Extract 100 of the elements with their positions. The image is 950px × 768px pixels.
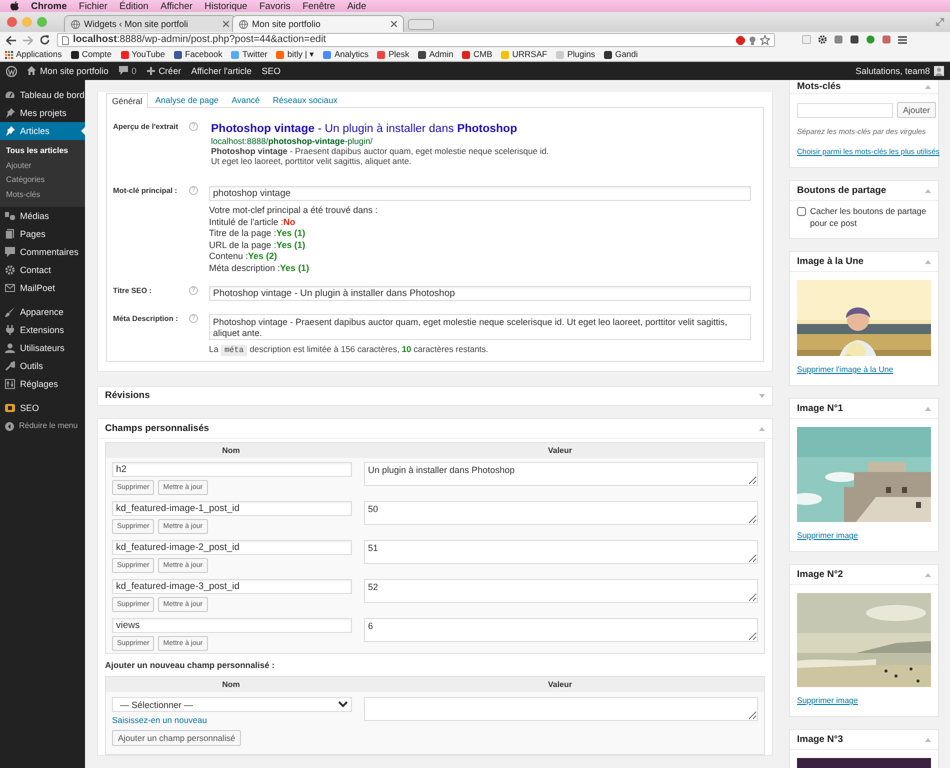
- menu-item[interactable]: Apparence: [0, 303, 85, 321]
- stop-sign-icon[interactable]: [736, 36, 745, 44]
- menu-item[interactable]: Extensions: [0, 321, 85, 339]
- new-link[interactable]: Créer: [146, 66, 182, 76]
- bookmark-link[interactable]: CMB: [462, 49, 492, 60]
- name-field[interactable]: kd_featured-image-2_post_id: [112, 540, 352, 556]
- name-field[interactable]: h2: [112, 462, 352, 478]
- toolbar-link[interactable]: SEO: [262, 66, 281, 76]
- toolbar-link[interactable]: Afficher l'article: [191, 66, 252, 76]
- toggle-icon[interactable]: [925, 188, 931, 192]
- toggle-icon[interactable]: [925, 738, 931, 742]
- logo-icon[interactable]: [6, 66, 17, 76]
- value-field[interactable]: [364, 697, 758, 722]
- bookmark-link[interactable]: Compte: [70, 49, 112, 60]
- site-link[interactable]: Mon site portfolio: [27, 66, 109, 76]
- bookmark-link[interactable]: Analytics: [323, 49, 368, 60]
- menu-item[interactable]: SEO: [0, 399, 85, 417]
- value-field[interactable]: 6: [364, 618, 758, 642]
- bookmark-link[interactable]: Plesk: [377, 49, 410, 60]
- menu-item[interactable]: Tableau de bord: [0, 86, 85, 104]
- checkbox[interactable]: [797, 207, 806, 216]
- star-icon[interactable]: [760, 35, 770, 45]
- remove-image-link[interactable]: Supprimer l'image à la Une: [797, 365, 894, 375]
- tab[interactable]: Analyse de page: [149, 92, 225, 107]
- menu-item[interactable]: Contact: [0, 261, 85, 279]
- collapse-menu-button[interactable]: Réduire le menu: [0, 417, 85, 435]
- submenu-item[interactable]: Catégories: [0, 173, 85, 188]
- menu-item[interactable]: Outils: [0, 357, 85, 375]
- key-select[interactable]: — Sélectionner —: [112, 697, 352, 712]
- expand-icon[interactable]: [936, 18, 944, 26]
- bookmark-link[interactable]: Admin: [418, 49, 454, 60]
- bookmark-link[interactable]: Applications: [5, 49, 62, 60]
- meta-description-field[interactable]: Photoshop vintage - Praesent dapibus auctor quam, eget molestie neque scelerisque id. Ut eget leo laoreet, porttitor velit sagittis, aliquet ante.: [209, 314, 751, 340]
- forward-icon[interactable]: [23, 36, 33, 44]
- browser-tab[interactable]: Widgets ‹ Mon site portfoli: [64, 15, 236, 32]
- submenu-item[interactable]: Ajouter: [0, 158, 85, 173]
- tab[interactable]: Général: [106, 92, 148, 108]
- value-field[interactable]: 51: [364, 540, 758, 564]
- menu-item[interactable]: Mes projets: [0, 104, 85, 122]
- tab[interactable]: Réseaux sociaux: [266, 92, 344, 107]
- seo-title-field[interactable]: Photoshop vintage - Un plugin à installer dans Photoshop: [209, 286, 751, 301]
- gear-icon[interactable]: [818, 35, 827, 45]
- menu-item[interactable]: Pages: [0, 225, 85, 243]
- menu-item[interactable]: Commentaires: [0, 243, 85, 261]
- name-field[interactable]: kd_featured-image-3_post_id: [112, 579, 352, 594]
- bulb-icon[interactable]: [749, 36, 756, 44]
- menu-item[interactable]: Articles: [0, 122, 85, 140]
- bookmark-link[interactable]: Plugins: [556, 49, 596, 60]
- toggle-icon[interactable]: [925, 406, 931, 410]
- menu-item[interactable]: Utilisateurs: [0, 339, 85, 357]
- new-tab-button[interactable]: [408, 19, 434, 30]
- browser-tab[interactable]: Mon site portfolio: [232, 15, 404, 32]
- tab[interactable]: Avancé: [226, 92, 266, 107]
- value-field[interactable]: Un plugin à installer dans Photoshop: [364, 462, 758, 486]
- toggle-icon[interactable]: [925, 572, 931, 576]
- address-field[interactable]: localhost:8888/wp-admin/post.php?post=44&action=edit: [57, 33, 775, 47]
- bookmark-link[interactable]: bitly | ▾: [276, 49, 314, 60]
- tag-field[interactable]: [797, 102, 893, 118]
- window-buttons-drawing[interactable]: [6, 16, 50, 28]
- submenu-item[interactable]: Tous les articles: [0, 144, 85, 158]
- extension-icon[interactable]: [802, 35, 811, 45]
- menu-icon[interactable]: [898, 35, 907, 45]
- back-icon[interactable]: [6, 36, 16, 44]
- menu-item[interactable]: Afficher: [160, 0, 193, 12]
- bookmark-link[interactable]: YouTube: [120, 49, 166, 60]
- reload-icon[interactable]: [40, 35, 50, 45]
- name-field[interactable]: views: [112, 618, 352, 634]
- checkbox-label[interactable]: Cacher les boutons de partage pour ce post: [810, 205, 931, 229]
- toggle-icon[interactable]: [759, 394, 765, 398]
- menu-item[interactable]: MailPoet: [0, 279, 85, 297]
- account-link[interactable]: Salutations, team8: [855, 66, 944, 76]
- remove-image-link[interactable]: Supprimer image: [797, 696, 858, 706]
- menu-item[interactable]: Fichier: [78, 0, 108, 12]
- toggle-icon[interactable]: [925, 84, 931, 88]
- add-tag-button[interactable]: Ajouter: [897, 102, 936, 118]
- value-field[interactable]: 52: [364, 579, 758, 604]
- toggle-icon[interactable]: [759, 426, 765, 431]
- keyword-field[interactable]: photoshop vintage: [209, 186, 751, 201]
- remove-image-link[interactable]: Supprimer image: [797, 531, 858, 541]
- bookmark-link[interactable]: URRSAF: [501, 49, 548, 60]
- add-field-button[interactable]: Ajouter un champ personnalisé: [112, 730, 242, 746]
- toggle-icon[interactable]: [925, 260, 931, 264]
- app-menu[interactable]: Chrome: [31, 0, 67, 12]
- value-field[interactable]: 50: [364, 501, 758, 526]
- menu-item[interactable]: Aide: [347, 0, 366, 12]
- logo-icon[interactable]: [10, 1, 19, 11]
- submenu-item[interactable]: Mots-clés: [0, 188, 85, 202]
- comments-link[interactable]: 0: [118, 66, 137, 76]
- name-field[interactable]: kd_featured-image-1_post_id: [112, 501, 352, 516]
- menu-item[interactable]: Réglages: [0, 375, 85, 393]
- bookmark-link[interactable]: Gandi: [604, 49, 638, 60]
- close-icon[interactable]: [223, 21, 229, 27]
- menu-item[interactable]: Fenêtre: [302, 0, 336, 12]
- menu-item[interactable]: Historique: [204, 0, 248, 12]
- new-key-link[interactable]: Saisissez-en un nouveau: [112, 715, 207, 726]
- menu-item[interactable]: Édition: [119, 0, 148, 12]
- bookmark-link[interactable]: Twitter: [231, 49, 268, 60]
- menu-item[interactable]: Médias: [0, 207, 85, 225]
- bookmark-link[interactable]: Facebook: [174, 49, 222, 60]
- close-icon[interactable]: [391, 21, 397, 27]
